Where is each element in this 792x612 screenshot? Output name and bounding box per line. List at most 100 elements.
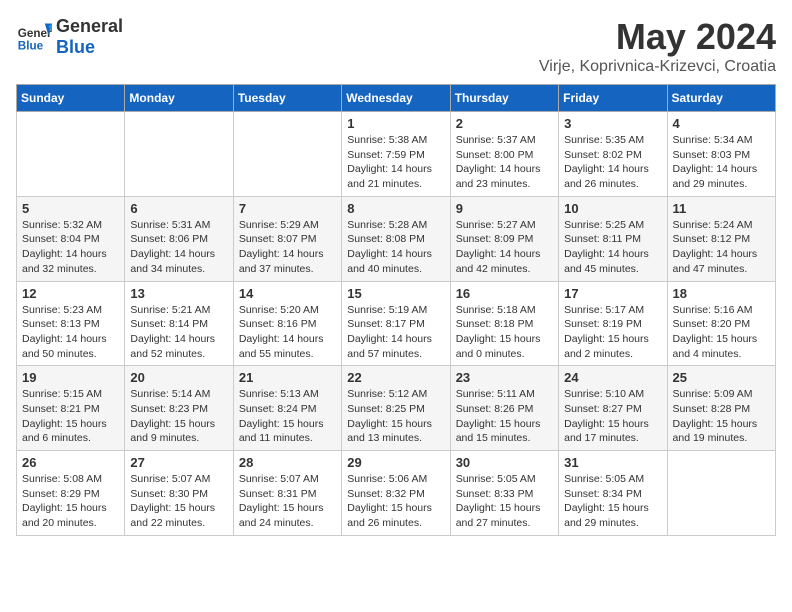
day-number: 20: [130, 370, 227, 385]
day-info: Sunrise: 5:17 AM Sunset: 8:19 PM Dayligh…: [564, 303, 661, 362]
calendar-cell: [125, 112, 233, 197]
calendar-cell: 25 Sunrise: 5:09 AM Sunset: 8:28 PM Dayli…: [667, 366, 775, 451]
calendar-cell: 10 Sunrise: 5:25 AM Sunset: 8:11 PM Dayli…: [559, 196, 667, 281]
day-number: 15: [347, 286, 444, 301]
week-row-1: 1 Sunrise: 5:38 AM Sunset: 7:59 PM Daylig…: [17, 112, 776, 197]
day-info: Sunrise: 5:05 AM Sunset: 8:33 PM Dayligh…: [456, 472, 553, 531]
calendar-cell: 1 Sunrise: 5:38 AM Sunset: 7:59 PM Daylig…: [342, 112, 450, 197]
day-number: 9: [456, 201, 553, 216]
calendar-cell: 6Sunrise: 5:31 AM Sunset: 8:06 PM Daylig…: [125, 196, 233, 281]
day-number: 12: [22, 286, 119, 301]
day-number: 26: [22, 455, 119, 470]
day-number: 5: [22, 201, 119, 216]
week-row-2: 5 Sunrise: 5:32 AM Sunset: 8:04 PM Daylig…: [17, 196, 776, 281]
day-number: 14: [239, 286, 336, 301]
weekday-header-wednesday: Wednesday: [342, 85, 450, 112]
weekday-header-row: SundayMondayTuesdayWednesdayThursdayFrid…: [17, 85, 776, 112]
week-row-5: 26 Sunrise: 5:08 AM Sunset: 8:29 PM Dayli…: [17, 451, 776, 536]
day-number: 18: [673, 286, 770, 301]
day-number: 28: [239, 455, 336, 470]
day-number: 11: [673, 201, 770, 216]
logo-icon: General Blue: [16, 19, 52, 55]
calendar-cell: 21Sunrise: 5:13 AM Sunset: 8:24 PM Dayli…: [233, 366, 341, 451]
week-row-3: 12 Sunrise: 5:23 AM Sunset: 8:13 PM Dayli…: [17, 281, 776, 366]
day-number: 2: [456, 116, 553, 131]
day-info: Sunrise: 5:23 AM Sunset: 8:13 PM Dayligh…: [22, 303, 119, 362]
calendar-cell: 26 Sunrise: 5:08 AM Sunset: 8:29 PM Dayli…: [17, 451, 125, 536]
location-title: Virje, Koprivnica-Krizevci, Croatia: [539, 58, 776, 76]
day-info: Sunrise: 5:15 AM Sunset: 8:21 PM Dayligh…: [22, 387, 119, 446]
weekday-header-tuesday: Tuesday: [233, 85, 341, 112]
day-number: 27: [130, 455, 227, 470]
day-number: 31: [564, 455, 661, 470]
title-area: May 2024 Virje, Koprivnica-Krizevci, Cro…: [539, 16, 776, 76]
day-info: Sunrise: 5:35 AM Sunset: 8:02 PM Dayligh…: [564, 133, 661, 192]
weekday-header-monday: Monday: [125, 85, 233, 112]
day-info: Sunrise: 5:20 AM Sunset: 8:16 PM Dayligh…: [239, 303, 336, 362]
calendar-cell: [667, 451, 775, 536]
day-info: Sunrise: 5:18 AM Sunset: 8:18 PM Dayligh…: [456, 303, 553, 362]
calendar-cell: 24Sunrise: 5:10 AM Sunset: 8:27 PM Dayli…: [559, 366, 667, 451]
day-info: Sunrise: 5:28 AM Sunset: 8:08 PM Dayligh…: [347, 218, 444, 277]
day-number: 4: [673, 116, 770, 131]
calendar-cell: 4 Sunrise: 5:34 AM Sunset: 8:03 PM Daylig…: [667, 112, 775, 197]
day-number: 25: [673, 370, 770, 385]
calendar-cell: 30Sunrise: 5:05 AM Sunset: 8:33 PM Dayli…: [450, 451, 558, 536]
day-info: Sunrise: 5:34 AM Sunset: 8:03 PM Dayligh…: [673, 133, 770, 192]
calendar-cell: 29 Sunrise: 5:06 AM Sunset: 8:32 PM Dayli…: [342, 451, 450, 536]
calendar-cell: 7Sunrise: 5:29 AM Sunset: 8:07 PM Daylig…: [233, 196, 341, 281]
calendar-cell: 19 Sunrise: 5:15 AM Sunset: 8:21 PM Dayli…: [17, 366, 125, 451]
calendar-cell: 5 Sunrise: 5:32 AM Sunset: 8:04 PM Daylig…: [17, 196, 125, 281]
day-number: 23: [456, 370, 553, 385]
calendar-cell: 31 Sunrise: 5:05 AM Sunset: 8:34 PM Dayli…: [559, 451, 667, 536]
day-number: 19: [22, 370, 119, 385]
logo-general-text: General: [56, 16, 123, 37]
day-info: Sunrise: 5:38 AM Sunset: 7:59 PM Dayligh…: [347, 133, 444, 192]
day-number: 21: [239, 370, 336, 385]
calendar-cell: [233, 112, 341, 197]
day-info: Sunrise: 5:08 AM Sunset: 8:29 PM Dayligh…: [22, 472, 119, 531]
day-number: 16: [456, 286, 553, 301]
calendar-cell: 15 Sunrise: 5:19 AM Sunset: 8:17 PM Dayli…: [342, 281, 450, 366]
day-info: Sunrise: 5:10 AM Sunset: 8:27 PM Dayligh…: [564, 387, 661, 446]
day-number: 13: [130, 286, 227, 301]
calendar-cell: 14 Sunrise: 5:20 AM Sunset: 8:16 PM Dayli…: [233, 281, 341, 366]
day-info: Sunrise: 5:07 AM Sunset: 8:30 PM Dayligh…: [130, 472, 227, 531]
day-info: Sunrise: 5:06 AM Sunset: 8:32 PM Dayligh…: [347, 472, 444, 531]
day-info: Sunrise: 5:05 AM Sunset: 8:34 PM Dayligh…: [564, 472, 661, 531]
calendar-cell: 9 Sunrise: 5:27 AM Sunset: 8:09 PM Daylig…: [450, 196, 558, 281]
day-info: Sunrise: 5:24 AM Sunset: 8:12 PM Dayligh…: [673, 218, 770, 277]
calendar-cell: 28Sunrise: 5:07 AM Sunset: 8:31 PM Dayli…: [233, 451, 341, 536]
logo: General Blue General Blue: [16, 16, 123, 58]
day-number: 8: [347, 201, 444, 216]
calendar-cell: 23Sunrise: 5:11 AM Sunset: 8:26 PM Dayli…: [450, 366, 558, 451]
calendar-cell: [17, 112, 125, 197]
calendar-cell: 11 Sunrise: 5:24 AM Sunset: 8:12 PM Dayli…: [667, 196, 775, 281]
calendar-cell: 20Sunrise: 5:14 AM Sunset: 8:23 PM Dayli…: [125, 366, 233, 451]
day-number: 17: [564, 286, 661, 301]
day-number: 10: [564, 201, 661, 216]
day-info: Sunrise: 5:25 AM Sunset: 8:11 PM Dayligh…: [564, 218, 661, 277]
day-info: Sunrise: 5:37 AM Sunset: 8:00 PM Dayligh…: [456, 133, 553, 192]
day-number: 29: [347, 455, 444, 470]
day-info: Sunrise: 5:19 AM Sunset: 8:17 PM Dayligh…: [347, 303, 444, 362]
calendar-cell: 18Sunrise: 5:16 AM Sunset: 8:20 PM Dayli…: [667, 281, 775, 366]
month-title: May 2024: [539, 16, 776, 58]
calendar-table: SundayMondayTuesdayWednesdayThursdayFrid…: [16, 84, 776, 536]
day-number: 22: [347, 370, 444, 385]
day-number: 1: [347, 116, 444, 131]
day-number: 3: [564, 116, 661, 131]
day-info: Sunrise: 5:31 AM Sunset: 8:06 PM Dayligh…: [130, 218, 227, 277]
day-info: Sunrise: 5:27 AM Sunset: 8:09 PM Dayligh…: [456, 218, 553, 277]
calendar-cell: 13 Sunrise: 5:21 AM Sunset: 8:14 PM Dayli…: [125, 281, 233, 366]
calendar-cell: 8 Sunrise: 5:28 AM Sunset: 8:08 PM Daylig…: [342, 196, 450, 281]
weekday-header-sunday: Sunday: [17, 85, 125, 112]
weekday-header-thursday: Thursday: [450, 85, 558, 112]
day-info: Sunrise: 5:09 AM Sunset: 8:28 PM Dayligh…: [673, 387, 770, 446]
day-info: Sunrise: 5:21 AM Sunset: 8:14 PM Dayligh…: [130, 303, 227, 362]
calendar-cell: 12 Sunrise: 5:23 AM Sunset: 8:13 PM Dayli…: [17, 281, 125, 366]
calendar-cell: 22Sunrise: 5:12 AM Sunset: 8:25 PM Dayli…: [342, 366, 450, 451]
header: General Blue General Blue May 2024 Virje…: [16, 16, 776, 76]
day-info: Sunrise: 5:32 AM Sunset: 8:04 PM Dayligh…: [22, 218, 119, 277]
calendar-cell: 3 Sunrise: 5:35 AM Sunset: 8:02 PM Daylig…: [559, 112, 667, 197]
